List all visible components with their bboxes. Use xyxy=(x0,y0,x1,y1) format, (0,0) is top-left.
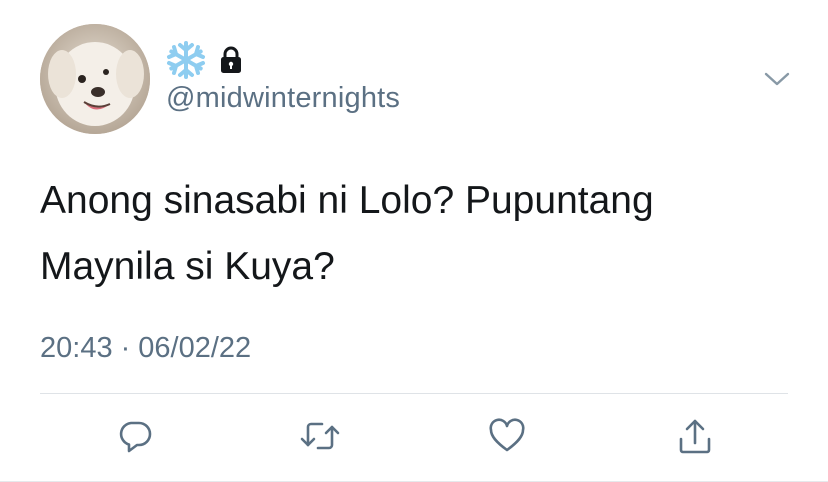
retweet-icon xyxy=(300,418,340,459)
tweet-text-line: Maynila si Kuya? xyxy=(40,245,335,288)
retweet-button[interactable] xyxy=(300,418,340,458)
tweet-text: Anong sinasabi ni Lolo? Pupuntang Maynil… xyxy=(40,168,800,300)
tweet-timestamp: 20:43 · 06/02/22 xyxy=(40,332,251,365)
action-bar xyxy=(0,417,828,459)
share-button[interactable] xyxy=(675,418,715,458)
snowflake-icon xyxy=(166,40,206,80)
user-handle[interactable]: @midwinternights xyxy=(166,82,400,115)
like-icon xyxy=(488,417,526,459)
like-button[interactable] xyxy=(487,417,527,459)
tweet-date: 06/02/22 xyxy=(138,332,252,364)
reply-button[interactable] xyxy=(115,418,155,458)
avatar-image xyxy=(40,24,150,134)
tweet-card: @midwinternights Anong sinasabi ni Lolo?… xyxy=(0,0,828,482)
display-name-row xyxy=(166,40,242,80)
divider xyxy=(40,393,788,394)
reply-icon xyxy=(117,418,153,459)
chevron-down-icon[interactable] xyxy=(764,70,790,88)
avatar[interactable] xyxy=(40,24,150,134)
share-icon xyxy=(677,417,713,460)
lock-icon xyxy=(220,46,242,74)
tweet-time: 20:43 xyxy=(40,332,113,364)
tweet-text-line: Anong sinasabi ni Lolo? Pupuntang xyxy=(40,179,654,222)
meta-separator: · xyxy=(120,332,131,364)
